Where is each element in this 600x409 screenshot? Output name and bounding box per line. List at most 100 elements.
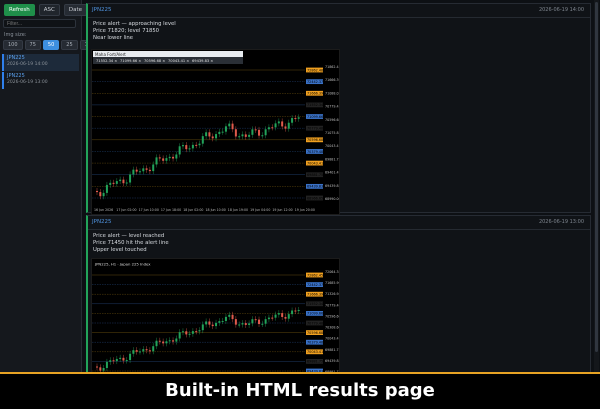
y-tick-label: 69881.75 [325, 157, 339, 161]
y-tick-label: 69401.42 [325, 171, 339, 175]
candle [125, 360, 128, 362]
price-label: 71666.39 [307, 293, 323, 297]
chart-header: JPN225, H1 · Japan 225 Index [94, 262, 151, 267]
candle [297, 117, 300, 119]
candle [181, 331, 184, 333]
card-time: 2026-06-19 14:00 [538, 7, 584, 13]
y-tick-label: 71088.05 [325, 91, 339, 95]
price-label: 70779.48 [307, 321, 323, 325]
x-tick-label: 19 Jun 04:00 [250, 208, 270, 212]
candle [274, 123, 277, 128]
candle [112, 182, 115, 184]
candle [261, 323, 264, 325]
y-tick-label: 70596.68 [325, 314, 339, 318]
candle [284, 316, 287, 319]
x-tick-label: 16 Jun 2026 [94, 208, 113, 212]
chart-tab-label: 71099.66 × [120, 59, 141, 63]
filter-input[interactable] [3, 19, 76, 28]
message-line: Price 71820; level 71850 [93, 28, 160, 34]
price-label: 70779.48 [307, 126, 323, 130]
x-tick-label: 17 Jun 10:00 [139, 208, 159, 212]
candle [258, 129, 261, 136]
price-label: 71552.34 [307, 103, 323, 107]
price-label: 68966.65 [307, 196, 323, 200]
candle [224, 126, 227, 132]
candle [109, 360, 112, 362]
candle [119, 357, 122, 359]
x-tick-label: 19 Jun 20:00 [295, 208, 315, 212]
price-chart: JPN225, H1 · Japan 225 Index 72862.45 7244… [92, 262, 339, 372]
scrollbar-thumb[interactable] [595, 2, 598, 352]
candle [215, 134, 218, 139]
candle [244, 323, 247, 325]
alert-item-title: JPN225 [7, 73, 25, 79]
size-option-100[interactable]: 100 [3, 40, 23, 50]
price-label: 69881.75 [307, 173, 323, 177]
candle [238, 324, 241, 326]
chart-tab-label: 71552.34 × [96, 59, 117, 63]
sort-order-button[interactable]: ASC [38, 4, 60, 16]
candle [122, 179, 125, 184]
alert-list-item[interactable]: JPN225 2026-06-19 13:00 [2, 72, 79, 89]
candle [112, 360, 115, 362]
y-tick-label: 71075.85 [325, 131, 339, 135]
alert-message: Price alert — level reached Price 71450 … [93, 233, 169, 254]
size-option-50[interactable]: 50 [42, 40, 60, 50]
alert-list-item[interactable]: JPN225 2026-06-19 14:00 [2, 54, 79, 71]
refresh-button[interactable]: Refresh [4, 4, 35, 16]
candle [221, 131, 224, 133]
card-symbol[interactable]: JPN225 [92, 7, 112, 13]
card-symbol[interactable]: JPN225 [92, 219, 112, 225]
candle [168, 156, 171, 159]
candle [152, 164, 155, 172]
img-size-label: Img size: [4, 32, 27, 38]
price-label: 70043.41 [307, 161, 323, 165]
y-tick-label: 70779.48 [325, 303, 339, 307]
candle [254, 129, 257, 131]
sort-date-button[interactable]: Date [63, 4, 88, 16]
candle [172, 156, 175, 159]
candle [145, 349, 148, 351]
x-tick-label: 18 Jun 10:00 [206, 208, 226, 212]
candle [218, 321, 221, 323]
candle [178, 332, 181, 339]
y-tick-label: 71685.96 [325, 281, 339, 285]
y-tick-label: 71862.45 [325, 65, 339, 69]
alert-item-date: 2026-06-19 13:00 [7, 80, 48, 85]
candle [99, 367, 102, 371]
price-label: 69881.75 [307, 360, 323, 364]
size-option-75[interactable]: 75 [24, 40, 41, 50]
candle [142, 349, 145, 352]
y-tick-label: 69881.75 [325, 348, 339, 352]
candle [105, 361, 108, 369]
price-label: 70596.68 [307, 138, 323, 142]
candle [291, 310, 294, 315]
candle [261, 135, 264, 137]
y-tick-label: 70043.41 [325, 144, 339, 148]
candle [195, 144, 198, 146]
y-tick-label: 70043.41 [325, 337, 339, 341]
candle [115, 358, 118, 362]
candle [241, 134, 244, 137]
candle [267, 317, 270, 320]
size-option-25[interactable]: 25 [61, 40, 78, 50]
candle [224, 316, 227, 321]
y-tick-label: 68990.00 [325, 197, 339, 201]
candle [251, 129, 254, 135]
candle [135, 350, 138, 352]
candle [138, 171, 141, 173]
candle [148, 350, 151, 352]
candle [271, 127, 274, 129]
price-label: 72862.48 [307, 68, 323, 72]
candle [158, 340, 161, 342]
scrollbar[interactable] [594, 0, 599, 372]
candle [198, 143, 201, 146]
sidebar: Refresh ASC Date Img size: 100 75 50 25 … [0, 0, 97, 372]
results-pane: JPN225 2026-06-19 14:00 Price alert — ap… [86, 0, 593, 372]
y-tick-label: 71326.94 [325, 292, 339, 296]
candle [291, 118, 294, 123]
chart-tab-label: 70596.68 × [144, 59, 165, 63]
chart-screenshot: JPN225, H1 · Japan 225 Index 72862.45 7244… [91, 258, 340, 372]
candle [205, 321, 208, 325]
candle [158, 157, 161, 159]
